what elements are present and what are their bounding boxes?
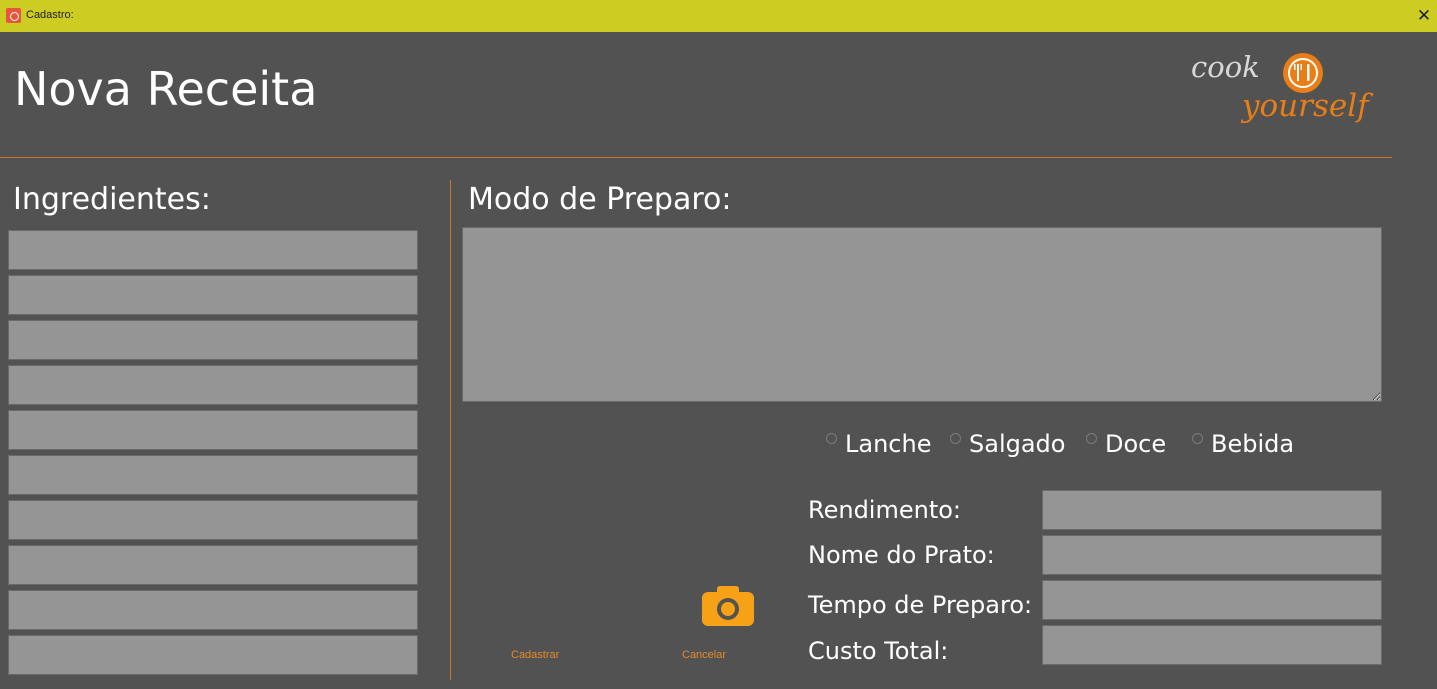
radio-button[interactable]	[826, 433, 837, 444]
logo-text-cook: cook	[1191, 50, 1260, 84]
ingredient-input-9[interactable]	[8, 590, 418, 630]
window-titlebar: Cadastro: ✕	[0, 0, 1437, 32]
fork-knife-icon	[1283, 53, 1323, 93]
header-divider	[0, 157, 1392, 158]
logo-text-yourself: yourself	[1242, 88, 1369, 124]
ingredient-input-8[interactable]	[8, 545, 418, 585]
radio-label-salgado: Salgado	[969, 430, 1066, 458]
ingredient-input-5[interactable]	[8, 410, 418, 450]
ingredient-input-2[interactable]	[8, 275, 418, 315]
ingredients-label: Ingredientes:	[13, 182, 211, 217]
close-button[interactable]: ✕	[1414, 6, 1434, 26]
custo-total-label: Custo Total:	[808, 637, 949, 665]
cadastrar-button[interactable]: Cadastrar	[511, 649, 559, 661]
camera-icon[interactable]	[702, 586, 754, 626]
tempo-preparo-input[interactable]	[1042, 580, 1382, 620]
ingredient-input-7[interactable]	[8, 500, 418, 540]
nome-prato-label: Nome do Prato:	[808, 541, 995, 569]
preparation-label: Modo de Preparo:	[468, 182, 732, 217]
radio-label-lanche: Lanche	[845, 430, 932, 458]
radio-button[interactable]	[1192, 433, 1203, 444]
ingredient-input-4[interactable]	[8, 365, 418, 405]
ingredient-input-1[interactable]	[8, 230, 418, 270]
nome-prato-input[interactable]	[1042, 535, 1382, 575]
custo-total-input[interactable]	[1042, 625, 1382, 665]
preparation-textarea[interactable]	[462, 227, 1382, 402]
window-title: Cadastro:	[26, 9, 74, 21]
rendimento-input[interactable]	[1042, 490, 1382, 530]
ingredient-input-10[interactable]	[8, 635, 418, 675]
radio-button[interactable]	[950, 433, 961, 444]
radio-label-doce: Doce	[1105, 430, 1167, 458]
ingredient-input-3[interactable]	[8, 320, 418, 360]
radio-button[interactable]	[1086, 433, 1097, 444]
ingredient-input-6[interactable]	[8, 455, 418, 495]
rendimento-label: Rendimento:	[808, 496, 962, 524]
radio-label-bebida: Bebida	[1211, 430, 1295, 458]
cancelar-button[interactable]: Cancelar	[682, 649, 726, 661]
page-title: Nova Receita	[14, 62, 318, 116]
cook-yourself-logo: cook yourself	[1186, 50, 1386, 132]
app-icon	[6, 8, 21, 23]
column-divider	[450, 180, 451, 680]
tempo-preparo-label: Tempo de Preparo:	[808, 591, 1033, 619]
